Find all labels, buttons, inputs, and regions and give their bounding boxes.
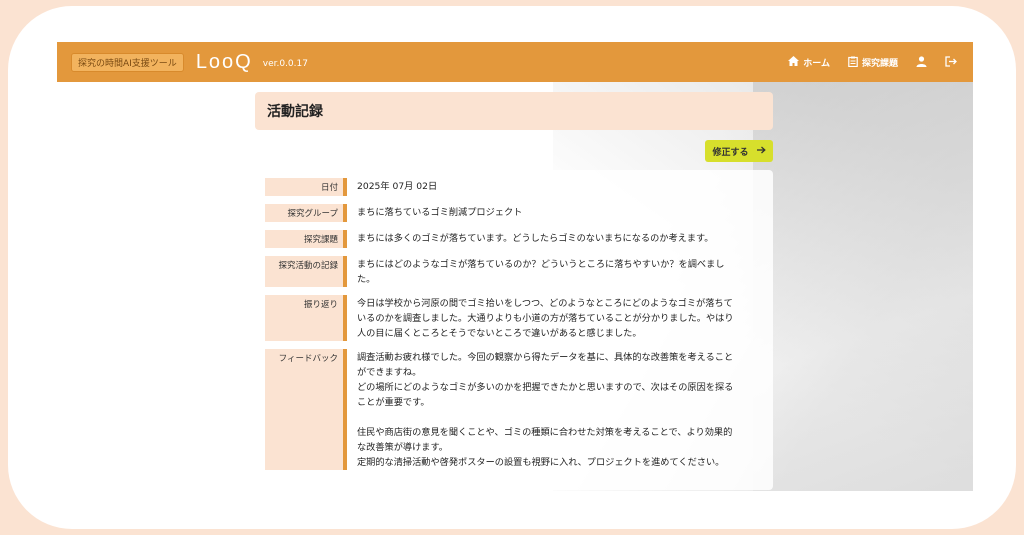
outer-frame: 探究の時間AI支援ツール LooQ ver.0.0.17 ホーム 探究課題 活動… <box>0 0 1024 535</box>
background-decoration-right <box>753 82 973 491</box>
record-panel: 日付 2025年 07月 02日 探究グループ まちに落ちているゴミ削減プロジェ… <box>255 170 773 490</box>
app-logo[interactable]: LooQ <box>196 51 253 74</box>
record-row-feedback: フィードバック 調査活動お疲れ様でした。今回の観察から得たデータを基に、具体的な… <box>265 349 767 470</box>
app-header: 探究の時間AI支援ツール LooQ ver.0.0.17 ホーム 探究課題 <box>57 42 973 82</box>
header-nav: ホーム 探究課題 <box>788 55 957 69</box>
nav-topic[interactable]: 探究課題 <box>848 56 898 69</box>
nav-home[interactable]: ホーム <box>788 56 830 69</box>
edit-button-row: 修正する <box>255 140 773 162</box>
record-value: 今日は学校から河原の間でゴミ拾いをしつつ、どのようなところにどのようなゴミが落ち… <box>357 298 734 339</box>
app-version: ver.0.0.17 <box>262 59 308 69</box>
record-value: 2025年 07月 02日 <box>357 181 438 192</box>
record-row-reflection: 振り返り 今日は学校から河原の間でゴミ拾いをしつつ、どのようなところにどのような… <box>265 295 767 341</box>
record-label: フィードバック <box>265 349 347 470</box>
edit-button[interactable]: 修正する <box>705 140 773 162</box>
arrow-right-icon <box>756 146 766 157</box>
record-label: 探究活動の記録 <box>265 256 347 287</box>
main-content: 活動記録 修正する 日付 2025年 07月 02日 探究グループ まちに落ちて… <box>255 92 773 490</box>
nav-topic-label: 探究課題 <box>861 58 898 69</box>
record-row-activity: 探究活動の記録 まちにはどのようなゴミが落ちているのか？どういうところに落ちやす… <box>265 256 767 287</box>
record-row-date: 日付 2025年 07月 02日 <box>265 178 767 196</box>
record-row-group: 探究グループ まちに落ちているゴミ削減プロジェクト <box>265 204 767 222</box>
record-value: まちに落ちているゴミ削減プロジェクト <box>357 207 523 218</box>
record-value: まちには多くのゴミが落ちています。どうしたらゴミのないまちになるのか考えます。 <box>357 233 714 244</box>
page-title: 活動記録 <box>255 92 773 130</box>
edit-button-label: 修正する <box>712 147 749 158</box>
clipboard-icon <box>848 56 858 69</box>
record-label: 探究グループ <box>265 204 347 222</box>
record-label: 探究課題 <box>265 230 347 248</box>
logout-icon <box>945 55 957 69</box>
record-value: 調査活動お疲れ様でした。今回の観察から得たデータを基に、具体的な改善策を考えるこ… <box>357 352 734 468</box>
page-title-text: 活動記録 <box>267 104 323 120</box>
logout-button[interactable] <box>945 55 957 69</box>
user-button[interactable] <box>916 55 927 69</box>
record-row-topic: 探究課題 まちには多くのゴミが落ちています。どうしたらゴミのないまちになるのか考… <box>265 230 767 248</box>
record-value: まちにはどのようなゴミが落ちているのか？どういうところに落ちやすいか？を調べまし… <box>357 259 725 285</box>
user-icon <box>916 55 927 69</box>
app-window: 探究の時間AI支援ツール LooQ ver.0.0.17 ホーム 探究課題 活動… <box>57 42 973 491</box>
record-label: 日付 <box>265 178 347 196</box>
nav-home-label: ホーム <box>803 58 830 69</box>
app-tag: 探究の時間AI支援ツール <box>71 52 184 72</box>
home-icon <box>788 56 800 68</box>
record-label: 振り返り <box>265 295 347 341</box>
